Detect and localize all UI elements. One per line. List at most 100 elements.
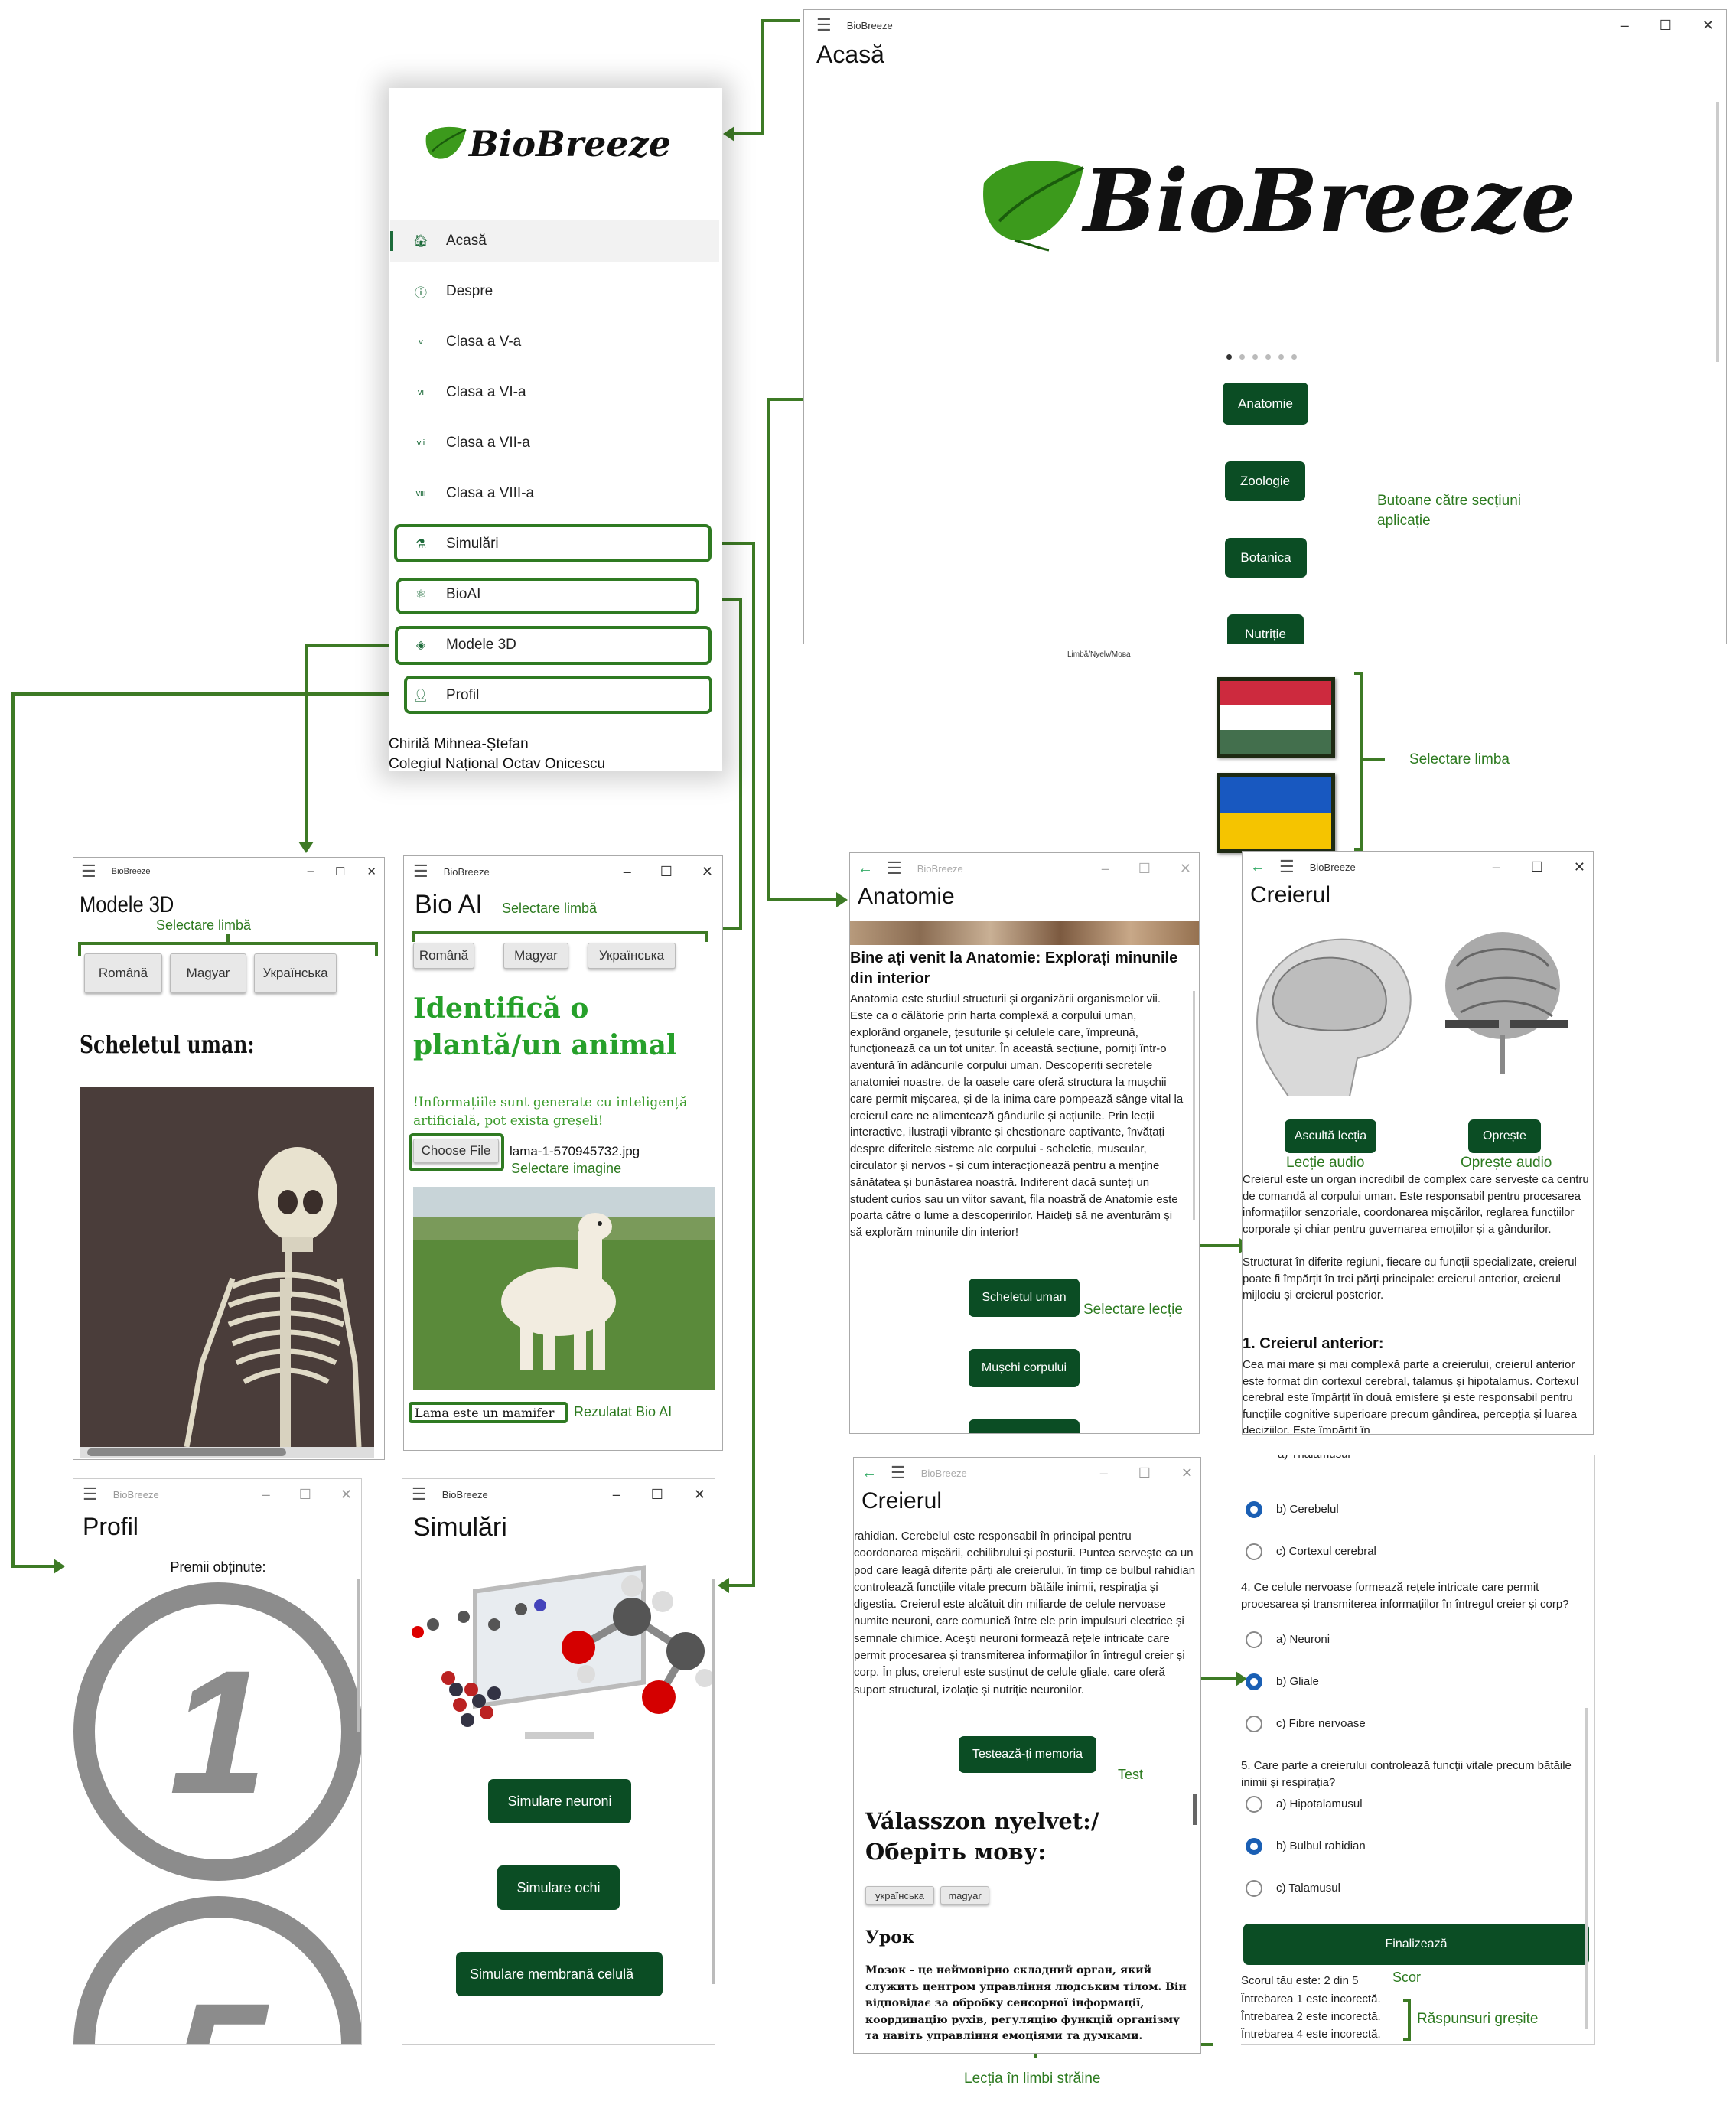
lang-button-romana[interactable]: Română [84,953,162,993]
brain-icon [1256,932,1568,1097]
scrollbar[interactable] [1585,1708,1588,2029]
highlight-modele-3d [395,626,712,665]
minimize-icon[interactable]: – [262,1487,270,1503]
test-memory-button[interactable]: Testează-ți memoria [959,1736,1096,1773]
close-icon[interactable]: ✕ [702,864,713,880]
logo: BioBreeze [976,152,1575,252]
section-button-botanica[interactable]: Botanica [1225,538,1307,578]
sidebar-item-clasa-v[interactable]: v Clasa a V-a [390,321,719,363]
info-icon: ⓘ [414,287,427,300]
page-title: Creierul [1250,882,1331,907]
minimize-icon[interactable]: – [613,1487,620,1503]
back-arrow-icon[interactable]: ← [858,860,873,878]
sidebar-item-clasa-vi[interactable]: vi Clasa a VI-a [390,371,719,414]
banner-image [850,921,1199,945]
radio-q4-a[interactable]: a) Neuroni [1246,1631,1330,1648]
file-name: lama-1-570945732.jpg [510,1144,640,1158]
back-arrow-icon[interactable]: ← [1250,859,1265,876]
v-icon: v [419,337,423,347]
section-button-anatomie[interactable]: Anatomie [1223,383,1308,425]
radio-q4-c[interactable]: c) Fibre nervoase [1246,1716,1366,1732]
lang-button-romana[interactable]: Română [413,943,474,969]
carousel-dots[interactable] [1226,354,1297,360]
sidebar-item-clasa-vii[interactable]: vii Clasa a VII-a [390,422,719,464]
ukrainian-text: Мозок - це неймовірно складний орган, як… [865,1964,1187,2042]
close-icon[interactable]: ✕ [1574,859,1585,875]
menu-icon[interactable]: ☰ [412,1484,427,1504]
maximize-icon[interactable]: ☐ [299,1487,311,1503]
sim-membrana-button[interactable]: Simulare membrană celulă [456,1952,663,1996]
lesson-button-schelet[interactable]: Scheletul uman [969,1279,1080,1317]
radio-q4-b[interactable]: b) Gliale [1246,1673,1319,1690]
scrollbar[interactable] [1193,1794,1197,1825]
lesson-heading: Урок [865,1927,914,1947]
lesson-button-more[interactable] [969,1419,1080,1433]
flag-ukraine[interactable] [1217,773,1335,853]
sidebar-item-despre[interactable]: ⓘ Despre [390,270,719,313]
minimize-icon[interactable]: – [624,864,631,880]
minimize-icon[interactable]: – [1493,859,1500,875]
brain-diagram [1243,921,1593,1100]
section-button-nutritie[interactable]: Nutriție [1227,614,1304,644]
radio-q3-c[interactable]: c) Cortexul cerebral [1246,1543,1376,1560]
menu-icon[interactable]: ☰ [887,859,902,878]
scrollbar[interactable] [357,1579,360,1732]
lesson-button-muschi[interactable]: Mușchi corpului [969,1349,1080,1387]
sidebar-item-acasa[interactable]: 🏠︎ Acasă [390,220,719,262]
page-title: Simulări [413,1513,507,1542]
sidebar-logo: BioBreeze [423,122,671,165]
lang-button-magyar[interactable]: Magyar [170,953,246,993]
highlight-simulari [394,524,712,562]
menu-icon[interactable]: ☰ [81,862,96,881]
menu-icon[interactable]: ☰ [1279,857,1295,877]
maximize-icon[interactable]: ☐ [1659,18,1672,34]
llama-image [413,1187,715,1390]
sim-neuroni-button[interactable]: Simulare neuroni [488,1779,631,1823]
skeleton-3d-viewer[interactable] [80,1087,374,1448]
lang-button-ukrainian[interactable]: Українська [588,943,676,969]
scrollbar[interactable] [712,1579,715,1984]
lang-button-ukrainian[interactable]: українська [865,1886,934,1905]
section-button-zoologie[interactable]: Zoologie [1225,461,1305,501]
close-icon[interactable]: ✕ [1702,18,1714,34]
sidebar-item-clasa-viii[interactable]: viii Clasa a VIII-a [390,472,719,515]
menu-icon[interactable]: ☰ [413,862,428,881]
flag-hungary[interactable] [1217,677,1335,758]
close-icon[interactable]: ✕ [340,1487,352,1503]
close-icon[interactable]: ✕ [1180,861,1191,877]
listen-lesson-button[interactable]: Ascultă lecția [1285,1119,1376,1153]
lang-button-magyar[interactable]: Magyar [503,943,568,969]
radio-q5-a[interactable]: a) Hipotalamusul [1246,1796,1363,1813]
radio-q5-b[interactable]: b) Bulbul rahidian [1246,1838,1366,1855]
vii-icon: vii [416,438,425,448]
minimize-icon[interactable]: – [308,865,314,878]
maximize-icon[interactable]: ☐ [335,865,345,878]
close-icon[interactable]: ✕ [694,1487,705,1503]
lang-button-magyar[interactable]: magyar [940,1886,989,1905]
scrollbar[interactable] [1716,102,1719,362]
close-icon[interactable]: ✕ [1181,1465,1193,1481]
menu-icon[interactable]: ☰ [83,1484,98,1504]
radio-q5-c[interactable]: c) Talamusul [1246,1880,1340,1897]
close-icon[interactable]: ✕ [366,865,376,878]
maximize-icon[interactable]: ☐ [1138,1465,1151,1481]
horizontal-scrollbar[interactable] [80,1447,374,1458]
sim-ochi-button[interactable]: Simulare ochi [497,1865,620,1910]
radio-q3-b[interactable]: b) Cerebelul [1246,1501,1339,1518]
minimize-icon[interactable]: – [1102,861,1109,877]
maximize-icon[interactable]: ☐ [1138,861,1151,877]
back-arrow-icon[interactable]: ← [861,1465,877,1482]
menu-icon[interactable]: ☰ [891,1463,906,1483]
choose-file-button[interactable]: Choose File [413,1139,499,1163]
minimize-icon[interactable]: – [1100,1465,1108,1481]
maximize-icon[interactable]: ☐ [1531,859,1543,875]
language-label: Limbă/Nyelv/Мова [1067,650,1131,659]
maximize-icon[interactable]: ☐ [660,864,673,880]
minimize-icon[interactable]: – [1621,18,1629,34]
stop-audio-button[interactable]: Oprește [1468,1119,1541,1153]
lang-button-ukrainian[interactable]: Українська [254,953,337,993]
scrollbar[interactable] [1193,991,1195,1220]
finish-button[interactable]: Finalizează [1243,1924,1589,1965]
maximize-icon[interactable]: ☐ [651,1487,663,1503]
menu-icon[interactable]: ☰ [816,15,832,35]
